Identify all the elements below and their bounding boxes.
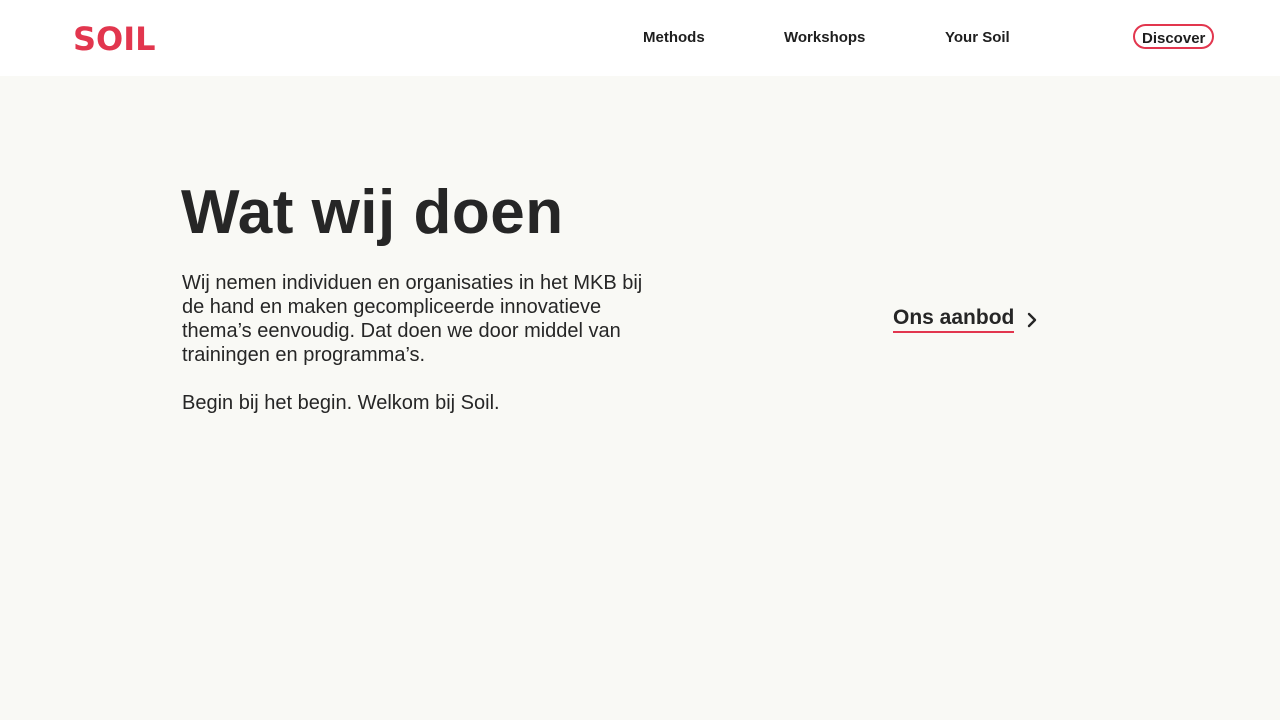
ons-aanbod-label: Ons aanbod <box>893 306 1015 333</box>
soil-logo[interactable]: SOIL <box>73 22 156 56</box>
nav-item-workshops[interactable]: Workshops <box>784 28 865 48</box>
ons-aanbod-link[interactable]: Ons aanbod <box>893 306 1038 333</box>
page-title: Wat wij doen <box>181 178 564 247</box>
chevron-right-icon <box>1028 312 1037 327</box>
nav-item-methods[interactable]: Methods <box>643 28 705 48</box>
intro-text: Wij nemen individuen en organisaties in … <box>182 272 643 366</box>
site-header: SOIL Methods Workshops Your Soil Discove… <box>0 0 1280 76</box>
welcome-text: Begin bij het begin. Welkom bij Soil. <box>182 392 500 414</box>
discover-button[interactable]: Discover <box>1133 24 1215 49</box>
nav-item-your-soil[interactable]: Your Soil <box>945 28 1010 48</box>
